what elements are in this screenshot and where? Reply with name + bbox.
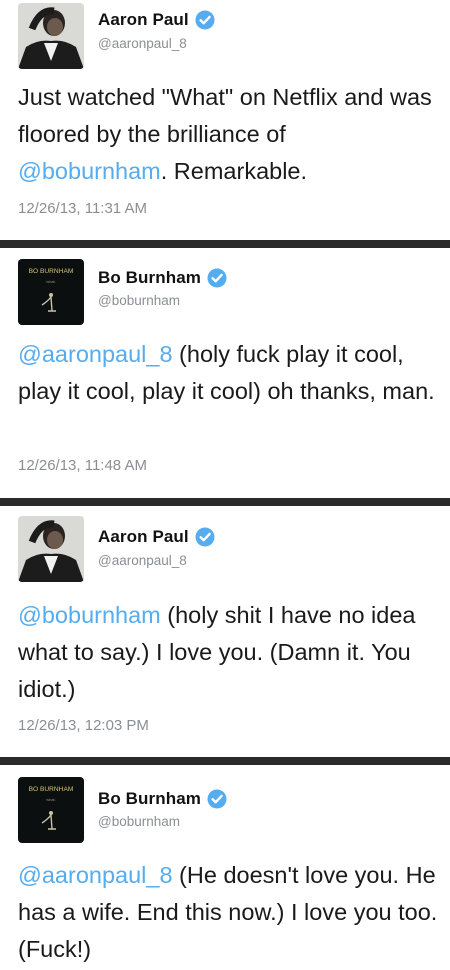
- tweet-feed: Aaron Paul @aaronpaul_8 Just watched "Wh…: [0, 0, 450, 970]
- verified-badge-icon: [195, 527, 215, 547]
- author-name[interactable]: Aaron Paul: [98, 527, 189, 547]
- author-handle[interactable]: @boburnham: [98, 814, 180, 829]
- bo-burnham-avatar: BO BURNHAM what.: [18, 259, 84, 325]
- tweet-text: Just watched "What" on Netflix and was f…: [18, 79, 438, 190]
- avatar[interactable]: BO BURNHAM what.: [18, 777, 84, 843]
- tweet-divider: [0, 757, 450, 765]
- author-row: Bo Burnham: [98, 268, 227, 288]
- tweet-timestamp[interactable]: 12/26/13, 12:03 PM: [18, 717, 149, 734]
- mention-link[interactable]: @aaronpaul_8: [18, 341, 173, 367]
- text-segment: . Remarkable.: [160, 158, 308, 184]
- tweet-divider: [0, 498, 450, 506]
- tweet-card[interactable]: BO BURNHAM what. Bo Burnham @boburnham @…: [0, 248, 450, 498]
- tweet-card[interactable]: Aaron Paul @aaronpaul_8 @boburnham (holy…: [0, 506, 450, 760]
- tweet-card[interactable]: Aaron Paul @aaronpaul_8 Just watched "Wh…: [0, 0, 450, 240]
- svg-text:what.: what.: [46, 797, 56, 802]
- verified-badge-icon: [207, 268, 227, 288]
- text-segment: Just watched "What" on Netflix and was f…: [18, 84, 432, 147]
- author-row: Aaron Paul: [98, 527, 215, 547]
- verified-badge-icon: [195, 10, 215, 30]
- author-row: Bo Burnham: [98, 789, 227, 809]
- tweet-text: @boburnham (holy shit I have no idea wha…: [18, 597, 438, 708]
- bo-burnham-avatar: BO BURNHAM what.: [18, 777, 84, 843]
- avatar[interactable]: [18, 516, 84, 582]
- tweet-text: @aaronpaul_8 (He doesn't love you. He ha…: [18, 857, 438, 968]
- author-handle[interactable]: @aaronpaul_8: [98, 553, 187, 568]
- mention-link[interactable]: @aaronpaul_8: [18, 862, 173, 888]
- mention-link[interactable]: @boburnham: [18, 602, 161, 628]
- tweet-timestamp[interactable]: 12/26/13, 11:48 AM: [18, 457, 147, 474]
- svg-text:BO BURNHAM: BO BURNHAM: [29, 786, 74, 793]
- author-handle[interactable]: @boburnham: [98, 293, 180, 308]
- tweet-card[interactable]: BO BURNHAM what. Bo Burnham @boburnham @…: [0, 765, 450, 970]
- mention-link[interactable]: @boburnham: [18, 158, 161, 184]
- author-row: Aaron Paul: [98, 10, 215, 30]
- author-name[interactable]: Aaron Paul: [98, 10, 189, 30]
- author-handle[interactable]: @aaronpaul_8: [98, 36, 187, 51]
- tweet-text: @aaronpaul_8 (holy fuck play it cool, pl…: [18, 336, 438, 410]
- avatar[interactable]: [18, 3, 84, 69]
- svg-text:what.: what.: [46, 279, 56, 284]
- aaron-paul-avatar: [18, 516, 84, 582]
- svg-text:BO BURNHAM: BO BURNHAM: [29, 268, 74, 275]
- aaron-paul-avatar: [18, 3, 84, 69]
- tweet-divider: [0, 240, 450, 248]
- avatar[interactable]: BO BURNHAM what.: [18, 259, 84, 325]
- author-name[interactable]: Bo Burnham: [98, 789, 201, 809]
- author-name[interactable]: Bo Burnham: [98, 268, 201, 288]
- tweet-timestamp[interactable]: 12/26/13, 11:31 AM: [18, 200, 147, 217]
- verified-badge-icon: [207, 789, 227, 809]
